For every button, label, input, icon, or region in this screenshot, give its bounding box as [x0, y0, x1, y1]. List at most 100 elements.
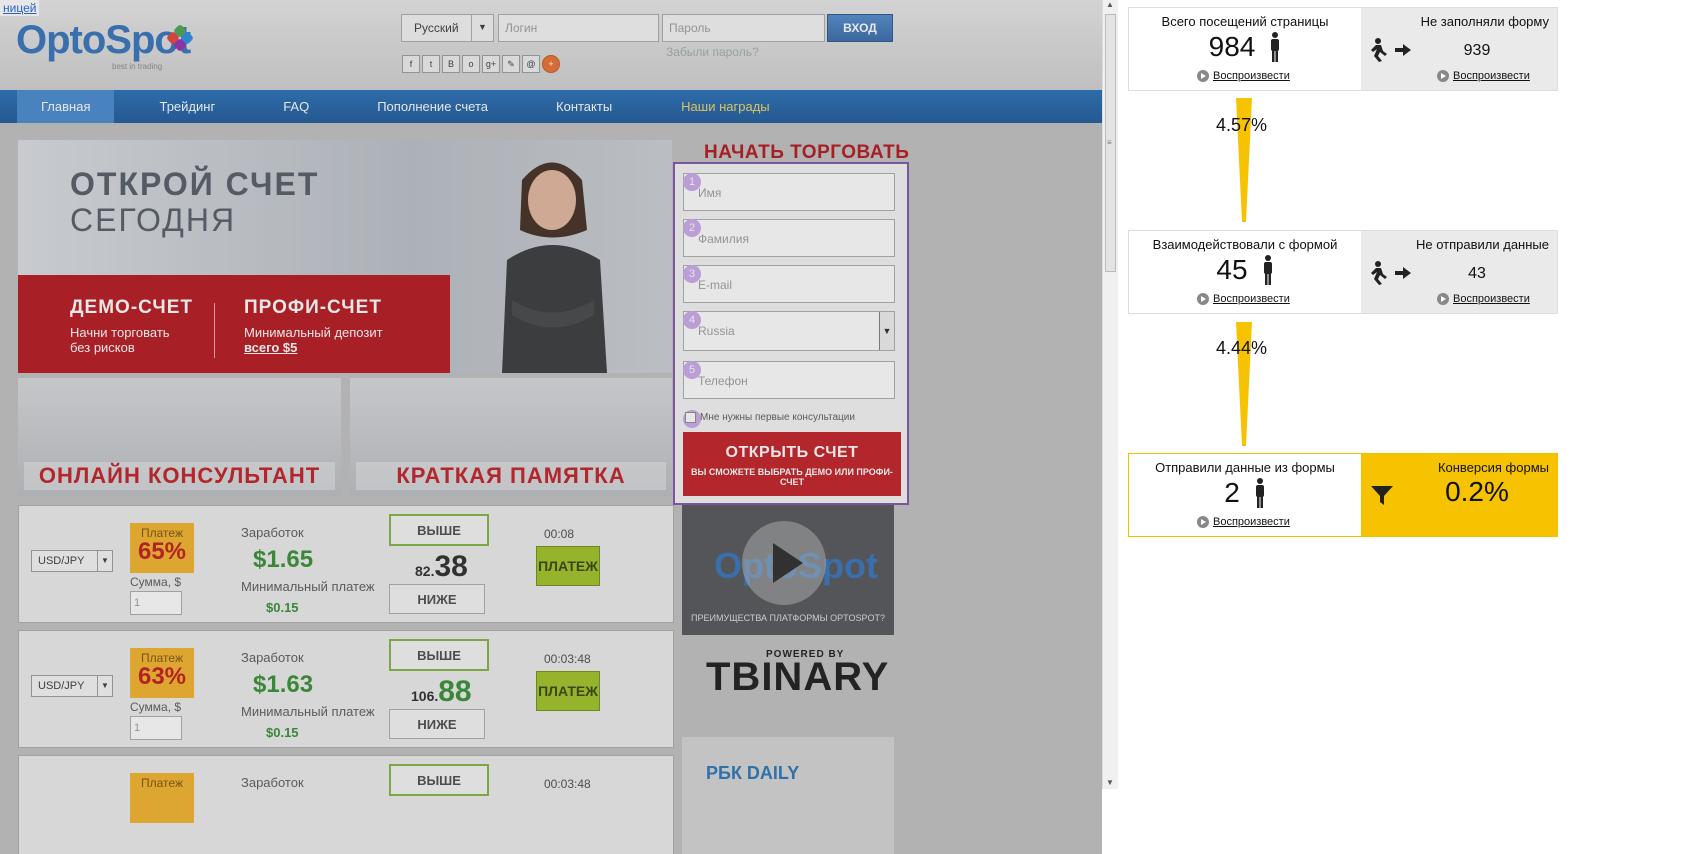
google-plus-icon[interactable]: g+: [482, 55, 500, 73]
stage-value-row: 45: [1129, 254, 1361, 286]
phone-input[interactable]: Телефон: [683, 361, 895, 399]
pro-account[interactable]: ПРОФИ-СЧЕТ Минимальный депозит всего $5: [244, 297, 383, 355]
quick-guide-banner[interactable]: КРАТКАЯ ПАМЯТКА: [350, 378, 672, 496]
pay-button[interactable]: ПЛАТЕЖ: [536, 546, 600, 586]
call-button[interactable]: ВЫШЕ: [389, 764, 489, 796]
replay-link[interactable]: Воспроизвести: [1197, 70, 1290, 82]
replay-link[interactable]: Воспроизвести: [1437, 293, 1530, 305]
demo-line1: Начни торговать: [70, 325, 170, 340]
odnoklassniki-icon[interactable]: o: [462, 55, 480, 73]
tbinary-logo[interactable]: POWERED BY TBINARY: [706, 649, 890, 700]
demo-title: ДЕМО-СЧЕТ: [70, 297, 194, 318]
corner-tag[interactable]: ницей: [0, 0, 40, 16]
field-number-badge: 1: [683, 173, 701, 191]
last-name-input[interactable]: Фамилия: [683, 219, 895, 257]
facebook-icon[interactable]: f: [402, 55, 420, 73]
email-input[interactable]: E-mail: [683, 265, 895, 303]
expiry-time: 00:03:48: [544, 652, 591, 666]
earn-value: $1.63: [253, 671, 314, 698]
play-icon: [1437, 70, 1449, 82]
earn-label: Заработок: [241, 650, 304, 665]
site-logo[interactable]: OptoSpot best in trading: [16, 18, 191, 71]
hero-banner[interactable]: ОТКРОЙ СЧЕТ СЕГОДНЯ ДЕМО-СЧЕТ Начни торг…: [18, 140, 672, 373]
conversion-title: Конверсия формы: [1437, 460, 1549, 475]
price-big: 88: [438, 675, 472, 708]
pro-line1: Минимальный депозит: [244, 325, 383, 340]
nav-faq[interactable]: FAQ: [283, 90, 309, 123]
payout-badge: Платеж 63%: [130, 648, 194, 698]
replay-label: Воспроизвести: [1453, 70, 1530, 82]
chevron-down-icon: ▼: [97, 551, 112, 571]
form-title: НАЧАТЬ ТОРГОВАТЬ: [704, 142, 910, 163]
rbk-title[interactable]: РБК DAILY: [706, 763, 799, 784]
person-icon: [1255, 478, 1264, 508]
preview-scrollbar[interactable]: ▲ ≡ ▼: [1102, 0, 1118, 789]
grip-icon: ≡: [1107, 138, 1112, 147]
stage-value: 45: [1216, 254, 1248, 285]
consultation-label: Мне нужны первые консультации: [700, 412, 855, 423]
online-consultant-banner[interactable]: ОНЛАЙН КОНСУЛЬТАНТ: [18, 378, 341, 496]
replay-link[interactable]: Воспроизвести: [1437, 70, 1530, 82]
demo-account[interactable]: ДЕМО-СЧЕТ Начни торговать без рисков: [70, 297, 193, 355]
sum-input[interactable]: 1: [130, 716, 182, 740]
main-nav: Главная Трейдинг FAQ Пополнение счета Ко…: [0, 90, 1102, 123]
logo-text: OptoSpot: [16, 18, 191, 62]
tbinary-powered: POWERED BY: [766, 649, 845, 660]
stage-value: 2: [1224, 477, 1240, 508]
demo-line2: без рисков: [70, 340, 135, 355]
person-icon: [1263, 255, 1272, 285]
put-button[interactable]: НИЖЕ: [389, 584, 485, 614]
nav-awards[interactable]: Наши награды: [681, 90, 769, 123]
replay-link[interactable]: Воспроизвести: [1197, 293, 1290, 305]
site-preview: ницей OptoSpot best in trading Русский ▼…: [0, 0, 1102, 854]
vk-icon[interactable]: B: [442, 55, 460, 73]
step-conversion: 4.44%: [1216, 338, 1268, 358]
open-account-button[interactable]: ОТКРЫТЬ СЧЕТ ВЫ СМОЖЕТЕ ВЫБРАТЬ ДЕМО ИЛИ…: [683, 432, 901, 496]
pair-select[interactable]: USD/JPY ▼: [31, 675, 113, 697]
consultation-checkbox[interactable]: Мне нужны первые консультации: [685, 412, 855, 423]
nav-deposit[interactable]: Пополнение счета: [377, 90, 488, 123]
pair-select[interactable]: USD/JPY ▼: [31, 550, 113, 572]
stage-value: 984: [1208, 31, 1256, 62]
twitter-icon[interactable]: t: [422, 55, 440, 73]
stage-main: Взаимодействовали с формой 45 Воспроизве…: [1129, 231, 1361, 313]
play-icon: [1197, 516, 1209, 528]
password-input[interactable]: Пароль: [662, 14, 825, 42]
expiry-time: 00:03:48: [544, 777, 591, 791]
mail-icon[interactable]: @: [522, 55, 540, 73]
promo-video[interactable]: OptoSpot ПРЕИМУЩЕСТВА ПЛАТФОРМЫ OPTOSPOT…: [682, 505, 894, 635]
stage-dropoff: Не заполняли форму 939 Воспроизвести: [1361, 8, 1557, 90]
pair-value: USD/JPY: [38, 680, 85, 692]
login-input[interactable]: Логин: [498, 14, 659, 42]
tbinary-text: TBINARY: [706, 655, 890, 699]
replay-label: Воспроизвести: [1213, 293, 1290, 305]
hero-subtitle: СЕГОДНЯ: [70, 202, 237, 238]
play-icon[interactable]: [742, 521, 826, 605]
pay-button[interactable]: ПЛАТЕЖ: [536, 671, 600, 711]
nav-home[interactable]: Главная: [17, 90, 115, 123]
nav-contacts[interactable]: Контакты: [556, 90, 612, 123]
checkbox-box[interactable]: [685, 412, 696, 423]
payout-value: 65%: [137, 538, 187, 565]
sum-input[interactable]: 1: [130, 591, 182, 615]
livejournal-icon[interactable]: ✎: [502, 55, 520, 73]
replay-link[interactable]: Воспроизвести: [1197, 516, 1290, 528]
stage-value-row: 984: [1129, 31, 1361, 63]
stage-main: Всего посещений страницы 984 Воспроизвес…: [1129, 8, 1361, 90]
signup-form: Имя Фамилия E-mail Russia ▼ Телефон 1 2 3…: [673, 162, 909, 505]
stage-card-submitted: Отправили данные из формы 2 Воспроизвест…: [1128, 453, 1558, 537]
price-small: 82.: [415, 563, 435, 579]
login-button[interactable]: ВХОД: [827, 14, 893, 42]
language-select[interactable]: Русский ▼: [401, 14, 494, 42]
scroll-up-icon[interactable]: ▲: [1106, 0, 1114, 9]
put-button[interactable]: НИЖЕ: [389, 709, 485, 739]
logo-tagline: best in trading: [112, 62, 163, 71]
nav-trading[interactable]: Трейдинг: [159, 90, 215, 123]
scroll-down-icon[interactable]: ▼: [1106, 778, 1114, 787]
share-plus-icon[interactable]: +: [542, 55, 560, 73]
call-button[interactable]: ВЫШЕ: [389, 514, 489, 546]
country-select[interactable]: Russia ▼: [683, 311, 895, 351]
call-button[interactable]: ВЫШЕ: [389, 639, 489, 671]
forgot-password-link[interactable]: Забыли пароль?: [666, 45, 759, 59]
first-name-input[interactable]: Имя: [683, 173, 895, 211]
